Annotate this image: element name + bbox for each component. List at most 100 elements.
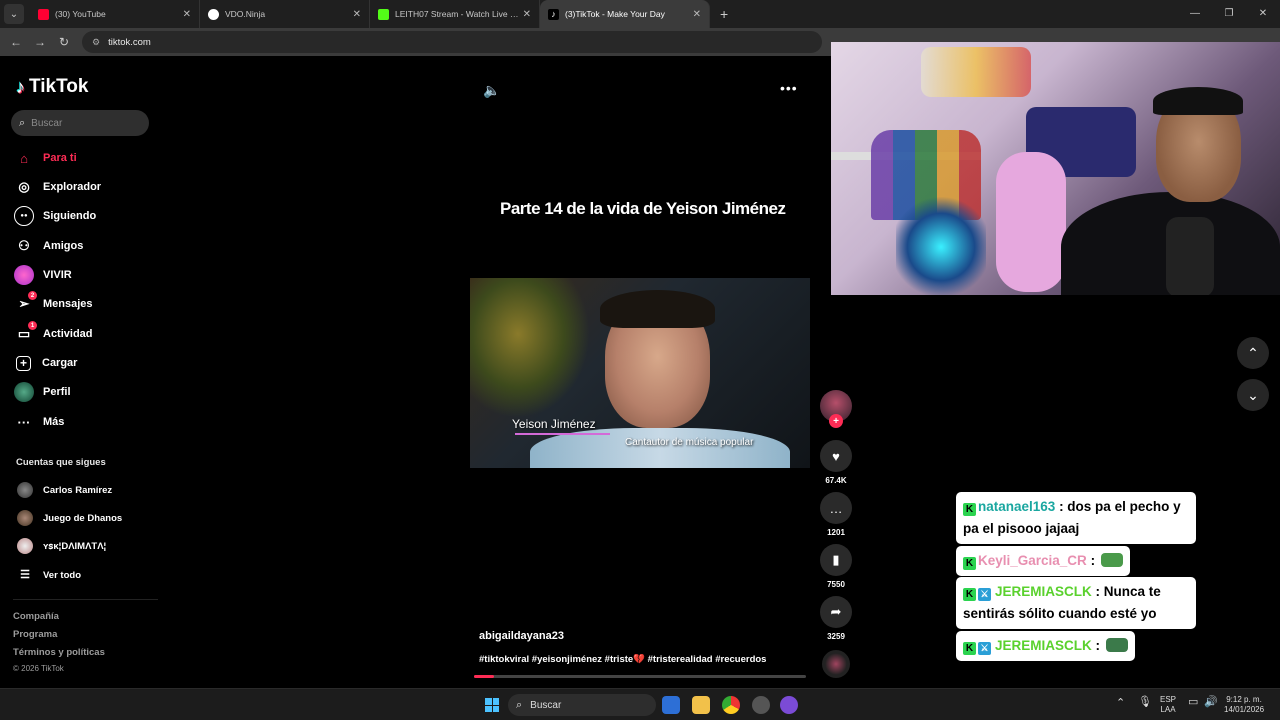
- nav-label: Cargar: [42, 357, 78, 369]
- footer-link-compania[interactable]: Compañía: [13, 611, 59, 622]
- chat-message: Knatanael163 : dos pa el pecho y pa el p…: [956, 492, 1196, 544]
- divider: [13, 599, 158, 600]
- microphone-icon[interactable]: 🎙: [1138, 697, 1152, 708]
- caption-underline: [515, 433, 610, 435]
- tiktok-note-icon: ♪: [16, 76, 25, 97]
- followed-account[interactable]: ʏꜱᴋ¦DΛIMΛTΛ¦: [17, 538, 106, 554]
- avatar: [17, 538, 33, 554]
- following-section-title: Cuentas que sigues: [16, 457, 106, 468]
- heart-icon[interactable]: ♥: [820, 440, 852, 472]
- nav-label: Amigos: [43, 240, 84, 252]
- kick-icon: [378, 8, 389, 20]
- chat-message: K Keyli_Garcia_CR :: [956, 546, 1130, 576]
- nav-perfil[interactable]: Perfil: [14, 382, 71, 402]
- more-options-icon[interactable]: •••: [780, 80, 798, 96]
- tab-title: LEITH07 Stream - Watch Live on Kick: [395, 9, 519, 19]
- windows-taskbar: ⌕ Buscar ⌃ 🎙 ESP LAA ▭ 🔊 9:12 p. m. 14/0…: [0, 688, 1280, 720]
- youtube-icon: [38, 8, 49, 20]
- chat-username: Keyli_Garcia_CR: [978, 553, 1087, 568]
- minimize-icon[interactable]: —: [1178, 0, 1212, 28]
- comment-icon[interactable]: …: [820, 492, 852, 524]
- tab-tiktok[interactable]: ♪ (3)TikTok - Make Your Day ✕: [540, 0, 710, 28]
- video-author[interactable]: abigaildayana23: [479, 630, 564, 642]
- profile-icon: [14, 382, 34, 402]
- address-bar[interactable]: ⚙ tiktok.com: [82, 31, 822, 53]
- tiktok-logo[interactable]: ♪ TikTok: [16, 76, 88, 98]
- music-disc-icon[interactable]: [822, 650, 850, 678]
- webcam-overlay: [831, 42, 1280, 295]
- next-video-button[interactable]: ⌄: [1237, 379, 1269, 411]
- nav-actividad[interactable]: ▭ 1 Actividad: [14, 321, 93, 344]
- store-icon[interactable]: [662, 696, 680, 714]
- kick-badge-icon: K: [963, 588, 976, 601]
- chrome-icon[interactable]: [722, 696, 740, 714]
- tab-search-button[interactable]: ⌄: [4, 4, 24, 24]
- tab-vdo-ninja[interactable]: VDO.Ninja ✕: [200, 0, 370, 28]
- search-icon: ⌕: [19, 116, 26, 129]
- emote-icon: [1105, 638, 1128, 652]
- nav-cargar[interactable]: + Cargar: [14, 353, 77, 373]
- tab-youtube[interactable]: (30) YouTube ✕: [30, 0, 200, 28]
- previous-video-button[interactable]: ⌃: [1237, 337, 1269, 369]
- volume-icon[interactable]: 🔈: [483, 82, 500, 99]
- footer-link-terminos[interactable]: Términos y políticas: [13, 647, 105, 658]
- file-explorer-icon[interactable]: [692, 696, 710, 714]
- following-icon: ●●: [14, 206, 34, 226]
- nav-vivir[interactable]: VIVIR: [14, 265, 72, 285]
- close-icon[interactable]: ✕: [523, 9, 531, 20]
- like-action[interactable]: ♥ 67.4K: [820, 440, 852, 485]
- follow-plus-icon[interactable]: +: [829, 414, 843, 428]
- followed-account[interactable]: Carlos Ramírez: [17, 482, 112, 498]
- restore-icon[interactable]: ❐: [1212, 0, 1246, 28]
- obs-icon[interactable]: [752, 696, 770, 714]
- chat-text: :: [1090, 553, 1099, 568]
- forward-icon[interactable]: →: [28, 35, 52, 49]
- video-progress-bar[interactable]: [474, 675, 806, 678]
- reload-icon[interactable]: ↻: [52, 35, 76, 49]
- footer-link-programa[interactable]: Programa: [13, 629, 57, 640]
- taskbar-search[interactable]: ⌕ Buscar: [508, 694, 656, 716]
- close-icon[interactable]: ✕: [353, 9, 361, 20]
- start-icon[interactable]: [485, 698, 499, 712]
- video-hashtags[interactable]: #tiktokviral #yeisonjiménez #triste💔 #tr…: [479, 654, 766, 665]
- language-code: ESP: [1160, 695, 1177, 704]
- site-info-icon[interactable]: ⚙: [92, 37, 100, 48]
- nav-mensajes[interactable]: ➢ 2 Mensajes: [14, 291, 93, 314]
- nav-label: Mensajes: [43, 298, 93, 310]
- nav-mas[interactable]: ··· Más: [14, 412, 65, 432]
- language-indicator[interactable]: ESP LAA: [1160, 695, 1176, 715]
- copyright: © 2026 TikTok: [13, 664, 64, 673]
- speaker-icon[interactable]: 🔊: [1204, 697, 1218, 708]
- followed-account[interactable]: Juego de Dhanos: [17, 510, 122, 526]
- close-icon[interactable]: ✕: [693, 9, 701, 20]
- share-action[interactable]: ➦ 3259: [820, 596, 852, 641]
- nav-para-ti[interactable]: ⌂ Para ti: [14, 148, 77, 168]
- bookmark-icon[interactable]: ▮: [820, 544, 852, 576]
- webcam-toys: [921, 47, 1031, 97]
- nav-label: Más: [43, 416, 65, 428]
- share-count: 3259: [827, 632, 845, 641]
- nav-label: Siguiendo: [43, 210, 97, 222]
- account-name: Juego de Dhanos: [43, 512, 123, 524]
- comment-action[interactable]: … 1201: [820, 492, 852, 537]
- back-icon[interactable]: ←: [4, 35, 28, 49]
- save-action[interactable]: ▮ 7550: [820, 544, 852, 589]
- browser-tab-bar: ⌄ (30) YouTube ✕ VDO.Ninja ✕ LEITH07 Str…: [0, 0, 1280, 28]
- video-player[interactable]: Yeison Jiménez Cantautor de música popul…: [470, 278, 810, 468]
- tiktok-sidebar: ♪ TikTok ⌕ Buscar ⌂ Para ti ◎ Explorador…: [0, 58, 160, 688]
- clock[interactable]: 9:12 p. m. 14/01/2026: [1224, 695, 1264, 715]
- share-icon[interactable]: ➦: [820, 596, 852, 628]
- new-tab-button[interactable]: +: [720, 6, 728, 22]
- see-all-link[interactable]: ☰ Ver todo: [17, 567, 81, 583]
- nav-siguiendo[interactable]: ●● Siguiendo: [14, 206, 96, 226]
- close-window-icon[interactable]: ✕: [1246, 0, 1280, 28]
- tray-chevron-icon[interactable]: ⌃: [1116, 698, 1125, 709]
- close-icon[interactable]: ✕: [183, 9, 191, 20]
- moderator-badge-icon: ⚔: [978, 642, 991, 655]
- tab-kick[interactable]: LEITH07 Stream - Watch Live on Kick ✕: [370, 0, 540, 28]
- nav-explorador[interactable]: ◎ Explorador: [14, 177, 101, 197]
- network-icon[interactable]: ▭: [1188, 697, 1198, 708]
- app-icon[interactable]: [780, 696, 798, 714]
- nav-amigos[interactable]: ⚇ Amigos: [14, 236, 83, 256]
- search-input[interactable]: ⌕ Buscar: [11, 110, 149, 136]
